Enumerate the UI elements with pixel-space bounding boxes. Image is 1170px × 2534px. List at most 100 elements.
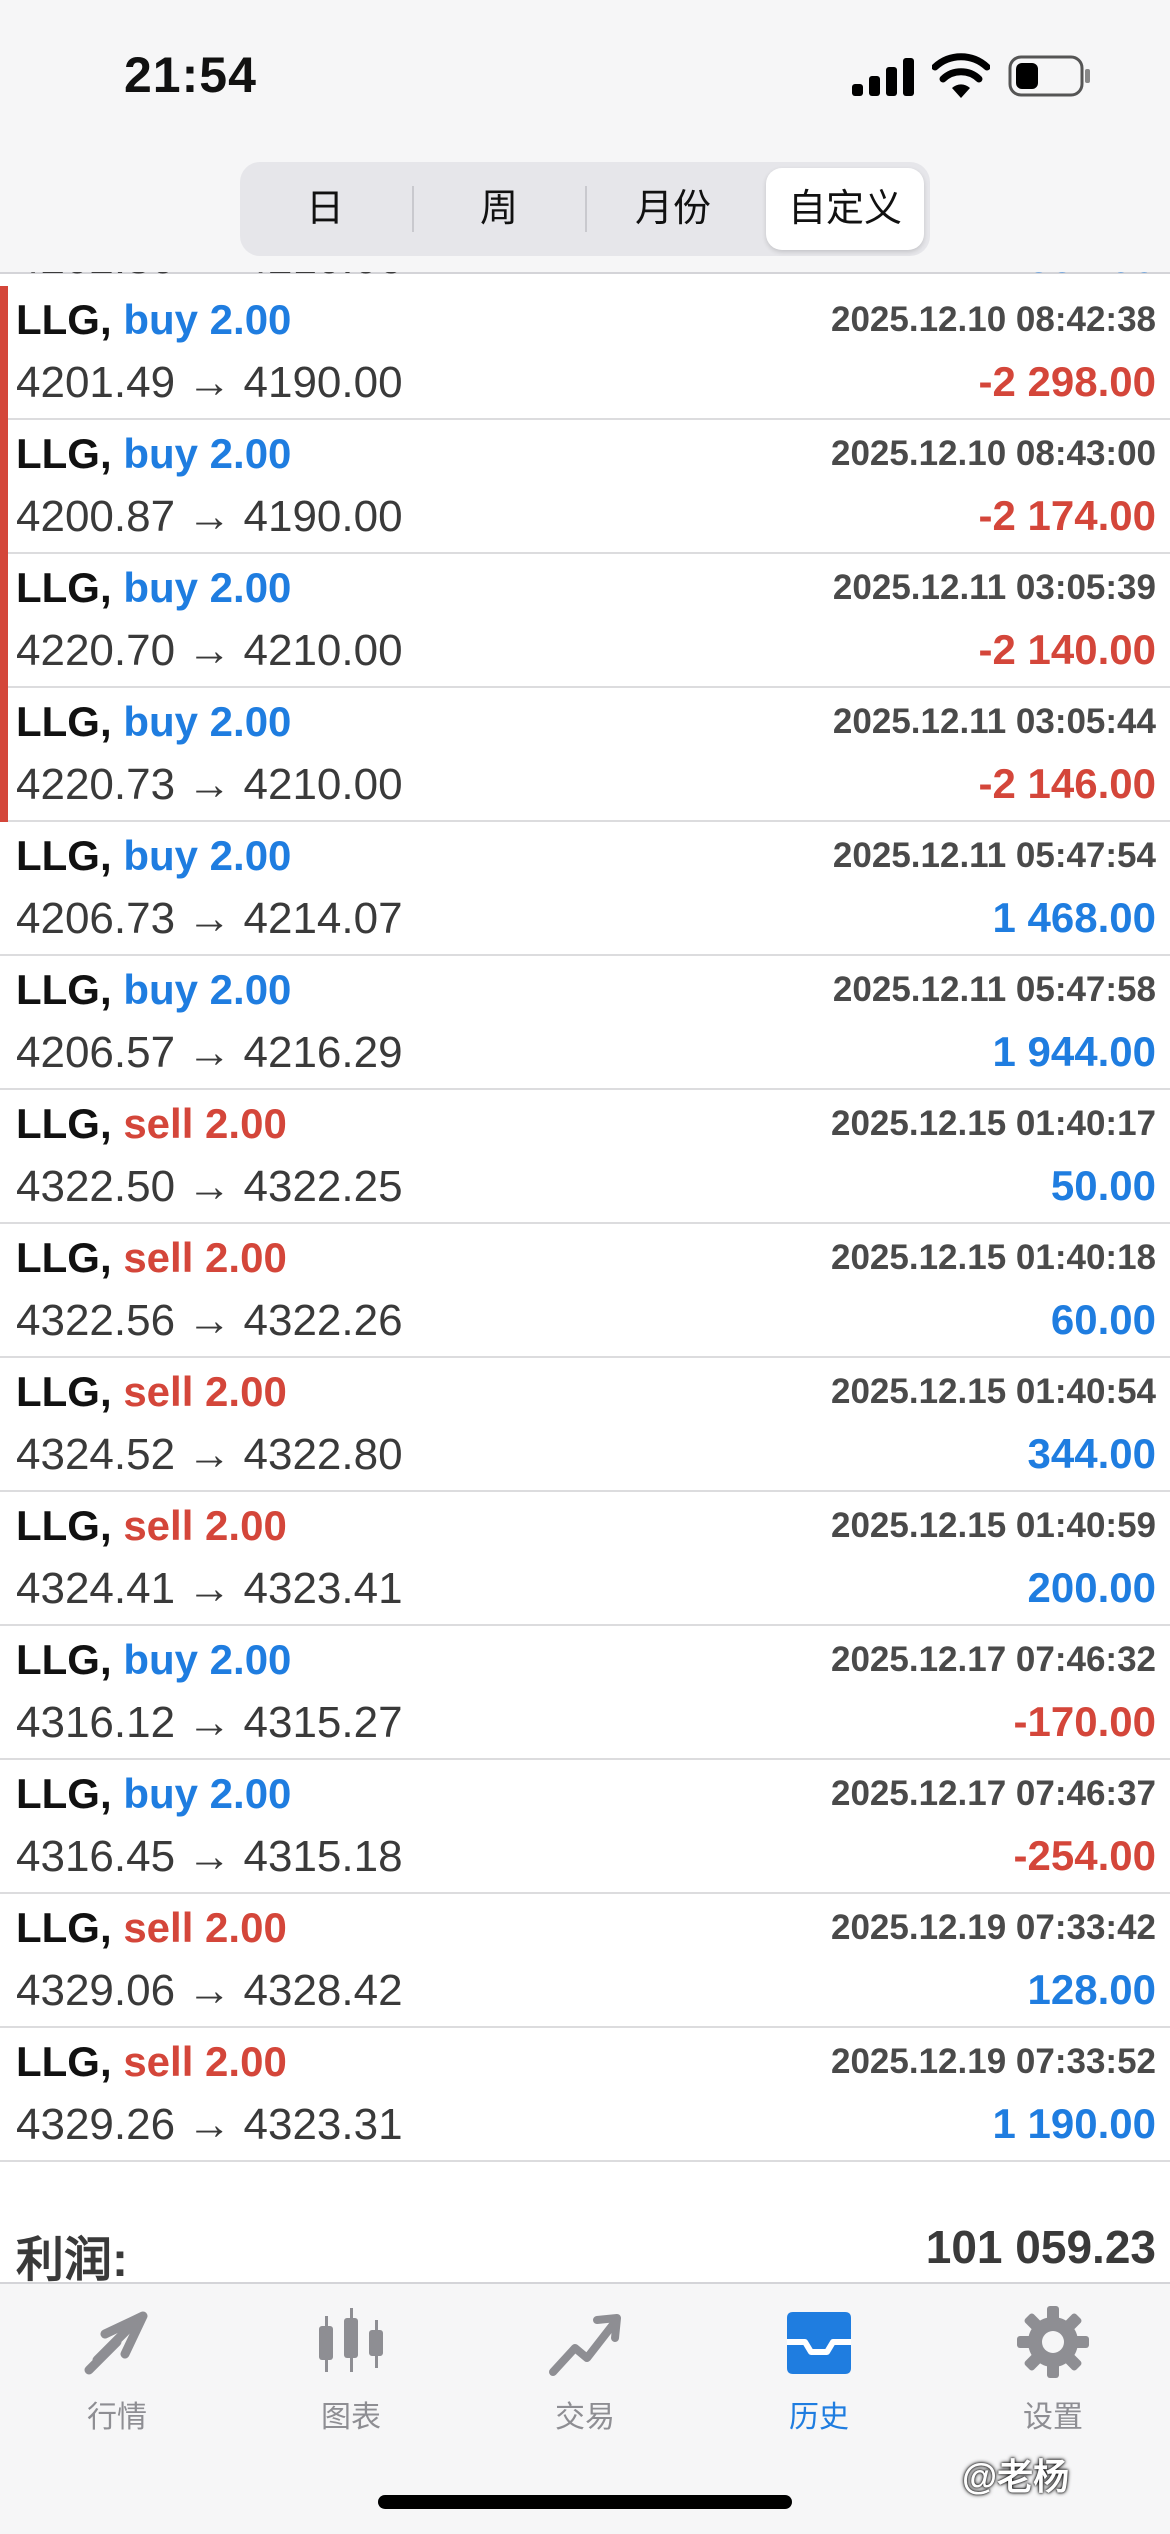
trade-datetime: 2025.12.17 07:46:32 <box>831 1640 1156 1679</box>
symbol-name: LLG, <box>16 698 112 745</box>
trade-symbol: LLG, sell 2.00 <box>16 1502 287 1550</box>
trade-action: buy 2.00 <box>123 1636 292 1683</box>
trade-action: buy 2.00 <box>123 966 292 1013</box>
trade-action: sell 2.00 <box>123 1368 287 1415</box>
trade-symbol: LLG, buy 2.00 <box>16 1636 291 1684</box>
trade-symbol: LLG, buy 2.00 <box>16 1770 291 1818</box>
symbol-name: LLG, <box>16 1636 112 1683</box>
trade-action: sell 2.00 <box>123 1100 287 1147</box>
trade-prices: 4220.70 → 4210.00 <box>16 626 403 675</box>
trade-row[interactable]: LLG, buy 2.00 2025.12.10 08:43:00 4200.87 … <box>0 420 1170 554</box>
trade-profit: -170.00 <box>1013 1698 1156 1745</box>
trade-row[interactable]: LLG, buy 2.00 2025.12.11 03:05:44 4220.73 … <box>0 688 1170 822</box>
trade-prices: 4316.12 → 4315.27 <box>16 1698 403 1747</box>
battery-icon <box>1008 55 1090 97</box>
trade-datetime: 2025.12.19 07:33:52 <box>831 2042 1156 2081</box>
trade-datetime: 2025.12.11 05:47:54 <box>832 836 1156 875</box>
trade-prices: 4324.52 → 4322.80 <box>16 1430 403 1479</box>
trade-prices: 4316.45 → 4315.18 <box>16 1832 403 1881</box>
trade-row[interactable]: LLG, sell 2.00 2025.12.15 01:40:18 4322.56… <box>0 1224 1170 1358</box>
cellular-signal-icon <box>852 58 914 96</box>
trade-prices: 4329.06 → 4328.42 <box>16 1966 403 2015</box>
trade-datetime: 2025.12.19 07:33:42 <box>831 1908 1156 1947</box>
trade-row[interactable]: LLG, buy 2.00 2025.12.17 07:46:37 4316.45 … <box>0 1760 1170 1894</box>
trade-action: buy 2.00 <box>123 698 292 745</box>
tab-settings[interactable]: 设置 <box>936 2302 1170 2452</box>
trade-row[interactable]: LLG, buy 2.00 2025.12.11 05:47:54 4206.73 … <box>0 822 1170 956</box>
trade-action: sell 2.00 <box>123 1234 287 1281</box>
trade-action: sell 2.00 <box>123 2038 287 2085</box>
trade-profit: -254.00 <box>1013 1832 1156 1879</box>
trade-datetime: 2025.12.15 01:40:54 <box>831 1372 1156 1411</box>
tab-history[interactable]: 历史 <box>702 2302 936 2452</box>
trade-action: buy 2.00 <box>123 564 292 611</box>
period-segmented-control: 日 周 月份 自定义 <box>240 162 930 256</box>
trade-history-list[interactable]: 4202.30 → 4210.06 1 552.00 LLG, buy 2.00… <box>0 272 1170 2282</box>
trade-row[interactable]: LLG, buy 2.00 2025.12.11 05:47:58 4206.57 … <box>0 956 1170 1090</box>
trade-datetime: 2025.12.11 03:05:44 <box>832 702 1156 741</box>
trade-row[interactable]: LLG, sell 2.00 2025.12.15 01:40:17 4322.50… <box>0 1090 1170 1224</box>
symbol-name: LLG, <box>16 1770 112 1817</box>
partial-trade-row[interactable]: 4202.30 → 4210.06 1 552.00 <box>0 272 1170 286</box>
tab-label: 交易 <box>555 2401 615 2434</box>
trade-symbol: LLG, buy 2.00 <box>16 698 291 746</box>
symbol-name: LLG, <box>16 430 112 477</box>
trade-action: sell 2.00 <box>123 1502 287 1549</box>
trade-symbol: LLG, sell 2.00 <box>16 1368 287 1416</box>
trade-row[interactable]: LLG, buy 2.00 2025.12.11 03:05:39 4220.70 … <box>0 554 1170 688</box>
tab-trade[interactable]: 交易 <box>468 2302 702 2452</box>
trade-profit: 1 190.00 <box>992 2100 1157 2147</box>
symbol-name: LLG, <box>16 1234 112 1281</box>
trade-row[interactable]: LLG, buy 2.00 2025.12.10 08:42:38 4201.49 … <box>0 286 1170 420</box>
trade-trend-icon <box>549 2314 621 2376</box>
trade-prices: 4324.41 → 4323.41 <box>16 1564 403 1613</box>
trade-row[interactable]: LLG, buy 2.00 2025.12.17 07:46:32 4316.12 … <box>0 1626 1170 1760</box>
symbol-name: LLG, <box>16 966 112 1013</box>
status-bar: 21:54 <box>0 0 1170 150</box>
trade-symbol: LLG, sell 2.00 <box>16 1904 287 1952</box>
symbol-name: LLG, <box>16 564 112 611</box>
loss-marker <box>0 420 8 554</box>
trade-row[interactable]: LLG, sell 2.00 2025.12.19 07:33:42 4329.06… <box>0 1894 1170 2028</box>
trade-datetime: 2025.12.17 07:46:37 <box>831 1774 1156 1813</box>
history-inbox-icon <box>787 2312 851 2374</box>
symbol-name: LLG, <box>16 1904 112 1951</box>
candlestick-chart-icon <box>319 2308 383 2372</box>
quotes-arrows-icon <box>84 2311 148 2375</box>
profit-summary: 利润: 101 059.23 <box>0 2210 1170 2287</box>
segment-day[interactable]: 日 <box>240 162 410 256</box>
tab-charts[interactable]: 图表 <box>234 2302 468 2452</box>
trade-profit: -2 146.00 <box>978 760 1156 807</box>
trade-row[interactable]: LLG, sell 2.00 2025.12.19 07:33:52 4329.26… <box>0 2028 1170 2162</box>
trade-profit: 128.00 <box>1027 1966 1156 2013</box>
trade-prices: 4322.56 → 4322.26 <box>16 1296 403 1345</box>
trade-symbol: LLG, buy 2.00 <box>16 296 291 344</box>
trade-datetime: 2025.12.10 08:42:38 <box>831 300 1156 339</box>
trade-profit: 1 552.00 <box>993 272 1157 282</box>
trade-datetime: 2025.12.10 08:43:00 <box>831 434 1156 473</box>
trade-row[interactable]: LLG, sell 2.00 2025.12.15 01:40:59 4324.41… <box>0 1492 1170 1626</box>
trade-action: sell 2.00 <box>123 1904 287 1951</box>
trade-prices: 4206.73 → 4214.07 <box>16 894 403 943</box>
trade-symbol: LLG, sell 2.00 <box>16 1234 287 1282</box>
profit-value: 101 059.23 <box>925 2221 1156 2273</box>
trade-row[interactable]: LLG, sell 2.00 2025.12.15 01:40:54 4324.52… <box>0 1358 1170 1492</box>
trade-prices: 4202.30 → 4210.06 <box>16 272 403 284</box>
profit-label: 利润: <box>16 2234 128 2287</box>
trade-prices: 4322.50 → 4322.25 <box>16 1162 403 1211</box>
trade-action: buy 2.00 <box>123 1770 292 1817</box>
tab-quotes[interactable]: 行情 <box>0 2302 234 2452</box>
trade-profit: 1 468.00 <box>992 894 1157 941</box>
trade-action: buy 2.00 <box>123 430 292 477</box>
segment-week[interactable]: 周 <box>414 162 584 256</box>
home-indicator[interactable] <box>378 2495 792 2509</box>
segment-month[interactable]: 月份 <box>588 162 758 256</box>
segment-custom[interactable]: 自定义 <box>766 168 924 250</box>
trade-profit: -2 140.00 <box>978 626 1156 673</box>
tab-label: 行情 <box>87 2401 147 2434</box>
trade-datetime: 2025.12.15 01:40:18 <box>831 1238 1156 1277</box>
period-filter-bar: 日 周 月份 自定义 <box>0 150 1170 274</box>
trade-profit: 60.00 <box>1050 1296 1156 1343</box>
trade-profit: -2 298.00 <box>978 358 1156 405</box>
trade-datetime: 2025.12.11 05:47:58 <box>832 970 1156 1009</box>
